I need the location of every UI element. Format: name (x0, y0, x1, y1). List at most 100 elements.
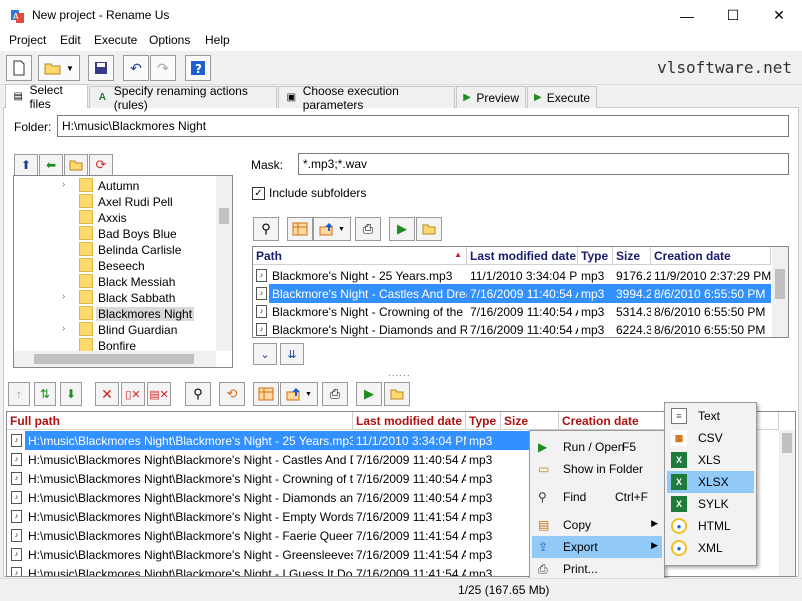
splitter-handle[interactable]: ...... (388, 368, 411, 379)
table-row[interactable]: ♪Blackmore's Night - Castles And Dreams.… (253, 284, 771, 303)
export-menu-item[interactable]: ≡ Text (667, 405, 754, 427)
context-menu-item[interactable]: ▤ Copy ▶ (532, 514, 662, 536)
chevron-right-icon[interactable]: › (62, 291, 65, 302)
column-header-creation[interactable]: Creation date (651, 247, 771, 265)
table-row[interactable]: ♪ Blackmore's Night - 25 Years.mp3 11/1/20… (253, 266, 771, 285)
include-subfolders-checkbox[interactable]: ✓ Include subfolders (252, 186, 366, 200)
export-dropdown-button[interactable]: ▼ (313, 217, 351, 241)
help-button[interactable]: ? (185, 55, 211, 81)
tree-item[interactable]: Blackmores Night (14, 306, 219, 322)
context-menu-item[interactable]: ⇪ Export ▶ (532, 536, 662, 558)
columns-button[interactable] (287, 217, 313, 241)
tree-item-label: Autumn (98, 179, 140, 193)
table-row[interactable]: ♪ Blackmore's Night - Crowning of the Kin… (253, 302, 771, 321)
tab-execution-parameters[interactable]: ▣ Choose execution parameters (278, 84, 455, 112)
column-header-full-path[interactable]: Full path (7, 412, 353, 430)
tree-horizontal-scrollbar[interactable] (14, 351, 216, 367)
menu-project[interactable]: Project (9, 33, 46, 47)
move-up-down-button[interactable]: ⇅ (34, 382, 56, 406)
lower-open-folder-button[interactable] (384, 382, 410, 406)
tree-item[interactable]: Axel Rudi Pell (14, 194, 219, 210)
find-button[interactable]: ⚲ (253, 217, 279, 241)
column-header-size[interactable]: Size (613, 247, 651, 265)
tree-folder-button[interactable] (64, 154, 88, 176)
maximize-button[interactable]: ☐ (710, 0, 756, 31)
export-menu-item[interactable]: ▦ CSV (667, 427, 754, 449)
new-project-button[interactable] (6, 55, 32, 81)
menu-options[interactable]: Options (149, 33, 190, 47)
folder-tree[interactable]: › Autumn Axel Rudi Pell Axxis Bad Boys Blue B… (13, 175, 233, 368)
tab-renaming-actions[interactable]: A Specify renaming actions (rules) (89, 84, 277, 112)
tree-item[interactable]: › Black Sabbath (14, 290, 219, 306)
move-top-button[interactable]: ↑ (8, 382, 30, 406)
minimize-button[interactable]: — (664, 0, 710, 31)
export-menu-item[interactable]: X SYLK (667, 493, 754, 515)
tree-item[interactable]: Black Messiah (14, 274, 219, 290)
tree-item[interactable]: Beseech (14, 258, 219, 274)
export-menu-item[interactable]: X XLSX (667, 471, 754, 493)
menu-execute[interactable]: Execute (94, 33, 137, 47)
context-menu-item[interactable]: ⚲ Find Ctrl+F (532, 486, 662, 508)
column-header-type[interactable]: Type (466, 412, 501, 430)
arrow-down-icon: ⬇ (65, 387, 77, 401)
open-project-button[interactable]: ▼ (38, 55, 80, 81)
tree-item[interactable]: › Blind Guardian (14, 322, 219, 338)
remove-button[interactable]: ✕ (95, 382, 119, 406)
context-menu-item[interactable]: ⎙ Print... (532, 558, 662, 580)
tab-select-files[interactable]: ▤ Select files (5, 83, 88, 111)
move-bottom-button[interactable]: ⬇ (60, 382, 82, 406)
export-menu-item[interactable]: ● XML (667, 537, 754, 559)
upper-file-grid[interactable]: Path ▲ Last modified date Type Size Creat… (252, 246, 789, 338)
upper-grid-scrollbar[interactable] (772, 247, 788, 337)
clear-list-button[interactable]: ▤✕ (147, 382, 171, 406)
export-menu-item[interactable]: X XLS (667, 449, 754, 471)
open-folder-button[interactable] (416, 217, 442, 241)
lower-run-button[interactable]: ▶ (356, 382, 382, 406)
lower-grid-scrollbar[interactable] (779, 430, 795, 576)
tree-item[interactable]: Axxis (14, 210, 219, 226)
run-button[interactable]: ▶ (389, 217, 415, 241)
sort-button[interactable]: ⟲ (219, 382, 245, 406)
mask-input[interactable]: *.mp3;*.wav (298, 153, 789, 175)
tree-item[interactable]: Bad Boys Blue (14, 226, 219, 242)
save-button[interactable] (88, 55, 114, 81)
menu-item-label: HTML (698, 519, 731, 533)
remove-selected-button[interactable]: ▯✕ (121, 382, 145, 406)
context-menu-item[interactable]: ▶ Run / Open F5 (532, 436, 662, 458)
menu-help[interactable]: Help (205, 33, 230, 47)
close-button[interactable]: ✕ (756, 0, 802, 31)
redo-button[interactable]: ↷ (150, 55, 176, 81)
lower-find-button[interactable]: ⚲ (185, 382, 211, 406)
upper-grid-scroll-thumb[interactable] (775, 269, 785, 299)
tree-vertical-scrollbar[interactable] (216, 176, 232, 351)
column-header-path[interactable]: Path ▲ (253, 247, 467, 265)
print-button[interactable]: ⎙ (355, 217, 381, 241)
table-row[interactable]: ♪ Blackmore's Night - Diamonds and Rust.m… (253, 320, 771, 337)
move-all-down-button[interactable]: ⇊ (280, 343, 304, 365)
undo-button[interactable]: ↶ (123, 55, 149, 81)
tree-hscroll-thumb[interactable] (34, 354, 194, 364)
tab-execute[interactable]: ▶ Execute (527, 86, 597, 108)
tree-scroll-thumb[interactable] (219, 208, 229, 224)
folder-input[interactable]: H:\music\Blackmores Night (57, 115, 789, 137)
context-menu-item[interactable]: ▭ Show in Folder (532, 458, 662, 480)
menu-edit[interactable]: Edit (60, 33, 81, 47)
tree-item[interactable]: › Autumn (14, 178, 219, 194)
lower-export-dropdown-button[interactable]: ▼ (280, 382, 318, 406)
tree-back-button[interactable]: ⬅ (39, 154, 63, 176)
column-header-type[interactable]: Type (578, 247, 613, 265)
column-header-size[interactable]: Size (501, 412, 559, 430)
tab-preview[interactable]: ▶ Preview (456, 86, 526, 108)
tree-item[interactable]: Belinda Carlisle (14, 242, 219, 258)
column-header-modified[interactable]: Last modified date (353, 412, 466, 430)
chevron-right-icon[interactable]: › (62, 323, 65, 334)
lower-print-button[interactable]: ⎙ (322, 382, 348, 406)
tree-up-button[interactable]: ⬆ (14, 154, 38, 176)
move-down-button[interactable]: ⌄ (253, 343, 277, 365)
column-header-modified[interactable]: Last modified date (467, 247, 578, 265)
lower-grid-scroll-thumb[interactable] (782, 433, 792, 453)
export-menu-item[interactable]: ● HTML (667, 515, 754, 537)
lower-columns-button[interactable] (253, 382, 279, 406)
tree-refresh-button[interactable]: ⟳ (89, 154, 113, 176)
chevron-right-icon[interactable]: › (62, 179, 65, 190)
